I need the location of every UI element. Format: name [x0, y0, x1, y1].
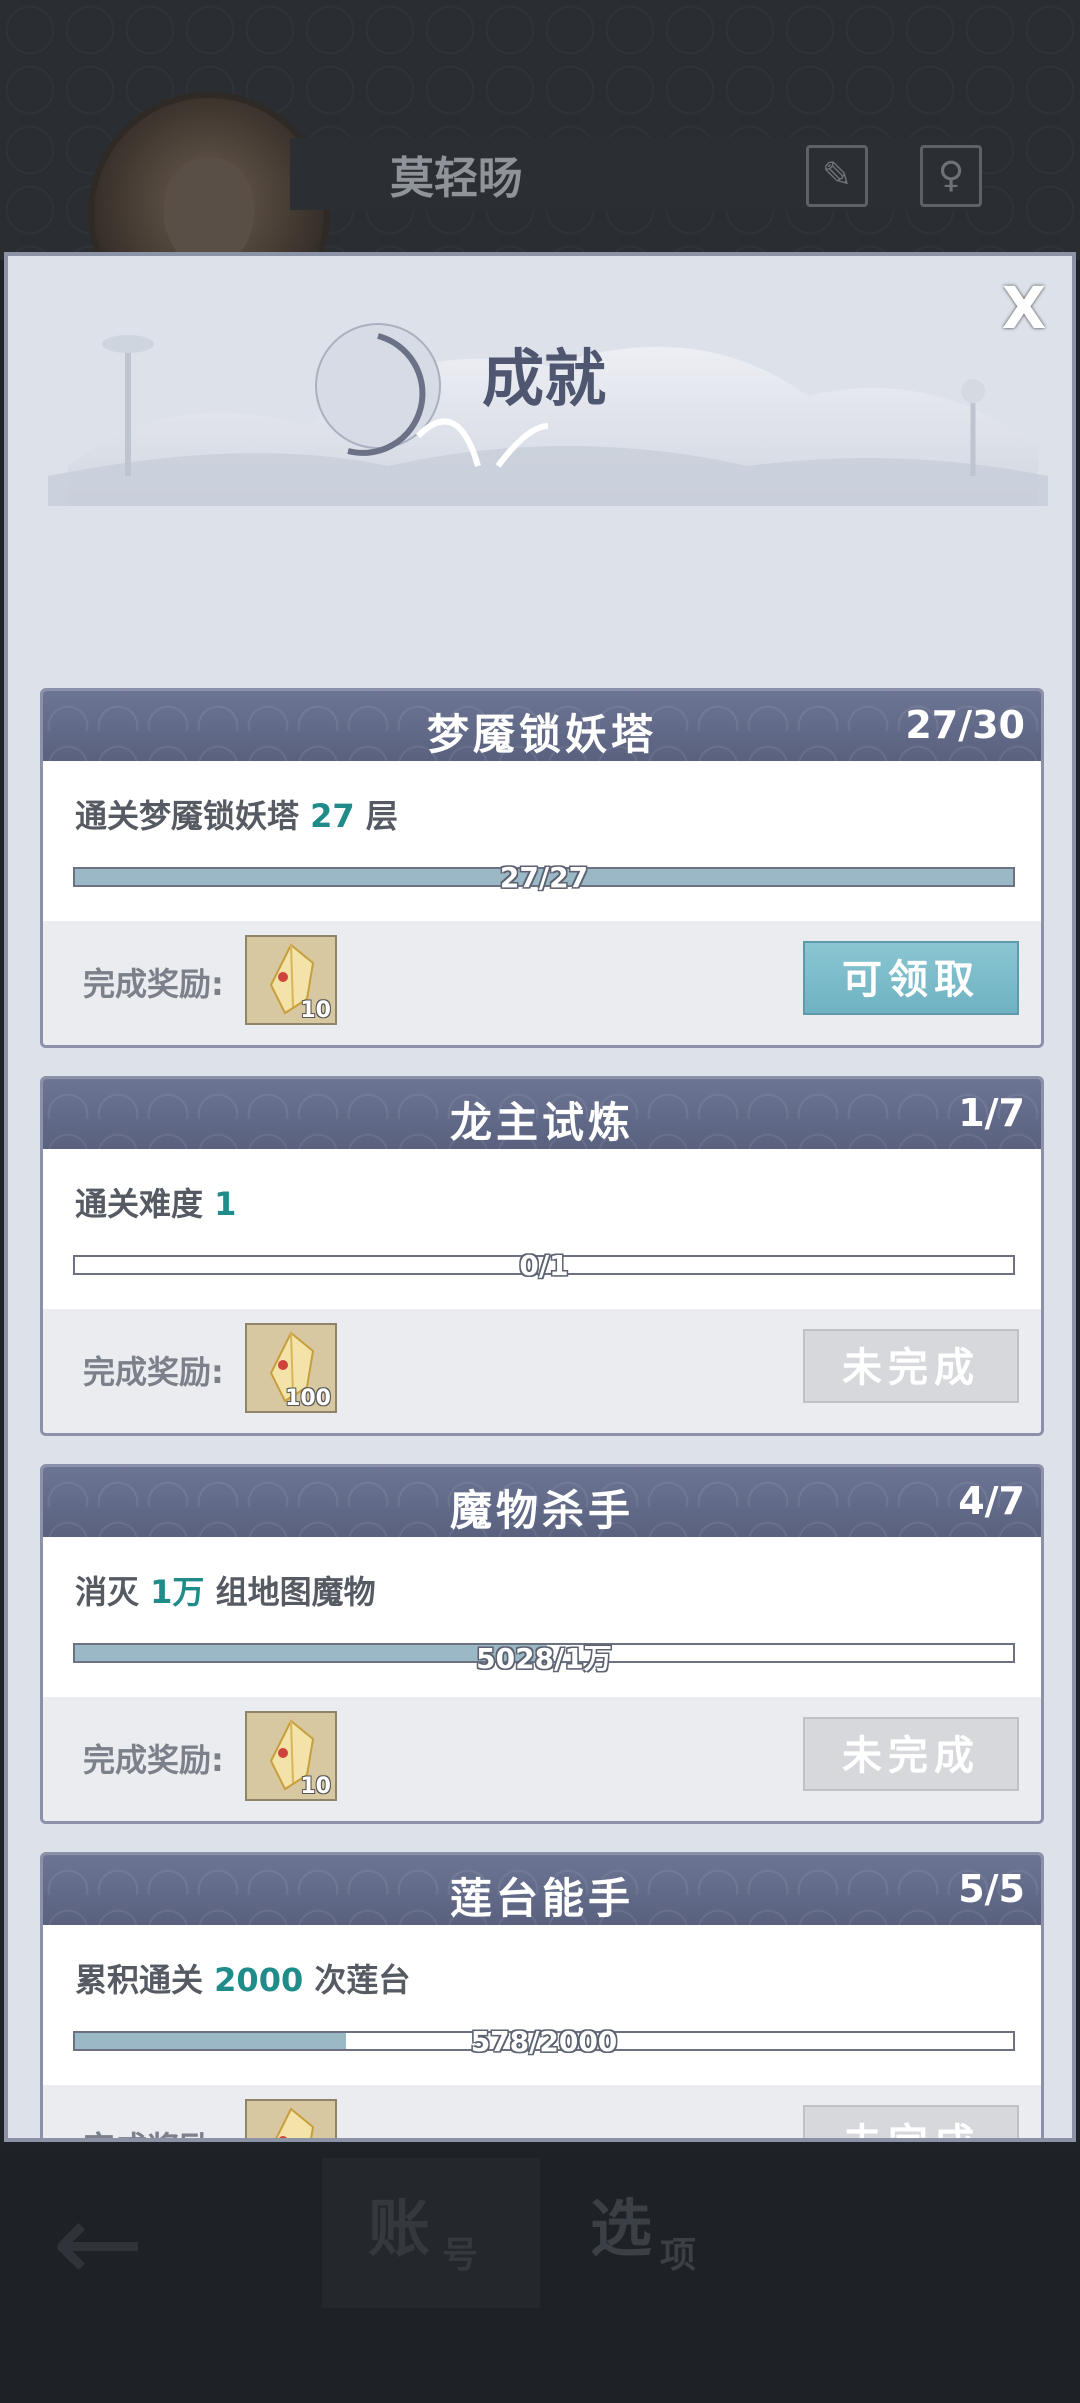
progress-text: 5028/1万: [476, 1642, 612, 1675]
reward-item[interactable]: 100: [245, 1323, 337, 1413]
reward-item[interactable]: 10: [245, 935, 337, 1025]
crystal-icon: [275, 2107, 315, 2138]
card-description: 消灭 1万 组地图魔物: [75, 1573, 376, 1611]
claim-button[interactable]: 可领取: [803, 941, 1019, 1015]
progress-text: 27/27: [499, 861, 589, 894]
incomplete-button[interactable]: 未完成: [803, 2105, 1019, 2138]
card-count: 1/7: [958, 1091, 1025, 1135]
reward-label: 完成奖励:: [83, 2123, 224, 2138]
progress-bar: 5028/1万: [73, 1642, 1015, 1675]
reward-item[interactable]: 10: [245, 1711, 337, 1801]
card-body: 通关梦魇锁妖塔 27 层 27/27: [43, 761, 1041, 921]
card-body: 累积通关 2000 次莲台 578/2000: [43, 1925, 1041, 2085]
achievement-card: 梦魇锁妖塔 27/30 通关梦魇锁妖塔 27 层 27/27 完成奖励: 10 …: [40, 688, 1044, 1048]
reward-count: 100: [285, 1386, 331, 1411]
incomplete-button[interactable]: 未完成: [803, 1717, 1019, 1791]
card-body: 通关难度 1 0/1: [43, 1149, 1041, 1309]
achievement-card: 龙主试炼 1/7 通关难度 1 0/1 完成奖励: 100 未完成: [40, 1076, 1044, 1436]
back-arrow-icon[interactable]: ←: [52, 2188, 144, 2298]
progress-bar: 27/27: [73, 861, 1015, 894]
card-description: 累积通关 2000 次莲台: [75, 1961, 411, 1999]
reward-count: 10: [300, 1774, 331, 1799]
tab-account[interactable]: 账 号: [322, 2158, 540, 2308]
card-footer: 完成奖励: 10 未完成: [43, 1697, 1041, 1821]
close-button[interactable]: X: [994, 278, 1054, 338]
reward-label: 完成奖励:: [83, 1353, 224, 1391]
card-title: 梦魇锁妖塔: [426, 710, 657, 759]
card-body: 消灭 1万 组地图魔物 5028/1万: [43, 1537, 1041, 1697]
card-footer: 完成奖励: 未完成: [43, 2085, 1041, 2138]
card-description: 通关梦魇锁妖塔 27 层: [75, 797, 398, 835]
achievement-card: 莲台能手 5/5 累积通关 2000 次莲台 578/2000 完成奖励: 未完…: [40, 1852, 1044, 2138]
reward-item[interactable]: [245, 2099, 337, 2138]
progress-bar: 0/1: [73, 1249, 1015, 1282]
tab-account-label-big: 账: [368, 2192, 431, 2265]
card-title: 莲台能手: [449, 1874, 634, 1923]
player-name: 莫轻旸: [390, 153, 522, 204]
card-title: 龙主试炼: [449, 1098, 634, 1147]
tab-options[interactable]: 选 项: [560, 2158, 760, 2308]
card-title: 魔物杀手: [449, 1486, 634, 1535]
card-count: 4/7: [958, 1479, 1025, 1523]
bottom-nav: [0, 2150, 1080, 2403]
progress-bar: 578/2000: [73, 2025, 1015, 2058]
reward-count: 10: [300, 998, 331, 1023]
achievement-card: 魔物杀手 4/7 消灭 1万 组地图魔物 5028/1万 完成奖励: 10 未完…: [40, 1464, 1044, 1824]
profile-icon[interactable]: ♀: [920, 145, 982, 207]
progress-text: 0/1: [519, 1249, 569, 1282]
achievements-modal: 成就 X 梦魇锁妖塔 27/30 通关梦魇锁妖塔 27 层 27/27 完成奖励…: [4, 252, 1076, 2142]
card-count: 27/30: [905, 703, 1025, 747]
reward-label: 完成奖励:: [83, 1741, 224, 1779]
progress-text: 578/2000: [470, 2025, 618, 2058]
incomplete-button[interactable]: 未完成: [803, 1329, 1019, 1403]
card-count: 5/5: [958, 1867, 1025, 1911]
card-description: 通关难度 1: [75, 1185, 237, 1223]
tab-account-label-small: 号: [442, 2235, 479, 2276]
reward-label: 完成奖励:: [83, 965, 224, 1003]
modal-title: 成就: [481, 342, 606, 415]
card-footer: 完成奖励: 100 未完成: [43, 1309, 1041, 1433]
brush-icon[interactable]: ✎: [806, 145, 868, 207]
card-footer: 完成奖励: 10 可领取: [43, 921, 1041, 1045]
tab-options-label-small: 项: [660, 2235, 697, 2276]
tab-options-label-big: 选: [590, 2192, 653, 2265]
